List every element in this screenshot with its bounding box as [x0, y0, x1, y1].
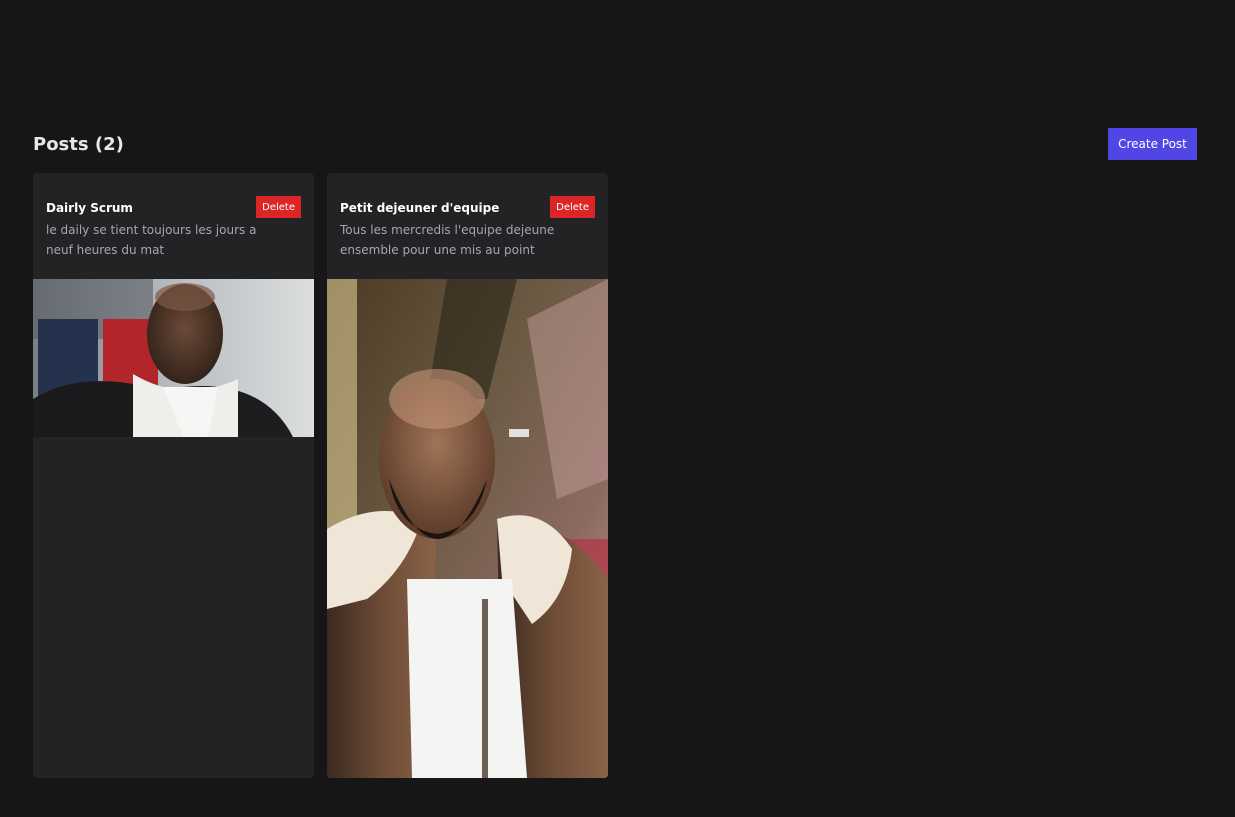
delete-button[interactable]: Delete	[550, 196, 595, 218]
post-image-graphic	[327, 279, 608, 778]
page-title: Posts (2)	[33, 134, 124, 155]
post-description: Tous les mercredis l'equipe dejeune ense…	[340, 223, 555, 257]
delete-button[interactable]: Delete	[256, 196, 301, 218]
post-description: le daily se tient toujours les jours a n…	[46, 223, 257, 257]
post-card-header: Petit dejeuner d'equipe Tous les mercred…	[327, 173, 608, 279]
post-image-graphic	[33, 279, 314, 437]
create-post-button[interactable]: Create Post	[1108, 128, 1197, 160]
post-card: Dairly Scrum le daily se tient toujours …	[33, 173, 314, 778]
post-image	[33, 279, 314, 437]
page: Posts (2) Create Post Dairly Scrum le da…	[0, 0, 1235, 817]
post-image	[327, 279, 608, 778]
post-card-header: Dairly Scrum le daily se tient toujours …	[33, 173, 314, 279]
post-card: Petit dejeuner d'equipe Tous les mercred…	[327, 173, 608, 778]
